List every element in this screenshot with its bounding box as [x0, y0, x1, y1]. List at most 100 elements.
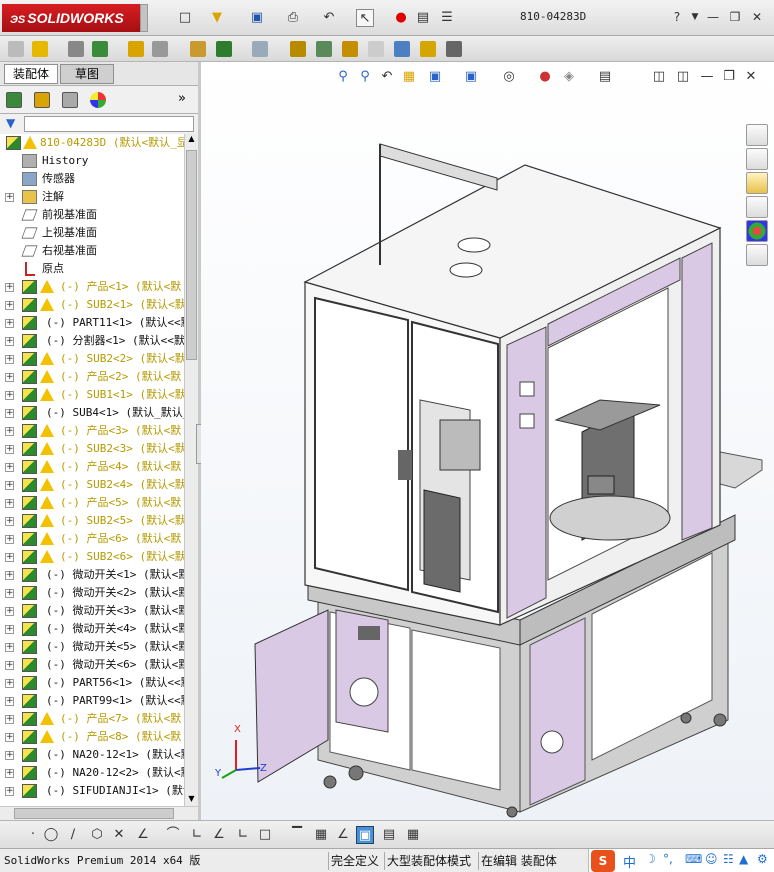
- tree-item[interactable]: 上视基准面: [0, 224, 184, 242]
- expand-toggle-icon[interactable]: +: [5, 607, 14, 616]
- tree-item[interactable]: + (-) 产品<6> (默认<默: [0, 530, 184, 548]
- arc-icon[interactable]: ⌒: [164, 826, 182, 844]
- feature-manager-icon[interactable]: [6, 92, 22, 108]
- previous-view-icon[interactable]: ↶: [378, 68, 396, 86]
- restore-document-icon[interactable]: ❐: [720, 68, 738, 86]
- zoom-to-area-icon[interactable]: ⚲: [356, 68, 374, 86]
- move-component-icon[interactable]: [152, 41, 168, 57]
- save-icon[interactable]: ▣: [248, 9, 266, 27]
- point-icon[interactable]: ·: [24, 826, 42, 844]
- tree-item[interactable]: + (-) PART11<1> (默认<<默: [0, 314, 184, 332]
- custom-properties-icon[interactable]: [746, 244, 768, 266]
- tree-item[interactable]: + (-) 微动开关<1> (默认<默: [0, 566, 184, 584]
- mate-icon[interactable]: [68, 41, 84, 57]
- extend-icon[interactable]: ∟: [188, 826, 206, 844]
- expand-toggle-icon[interactable]: +: [5, 535, 14, 544]
- expand-toggle-icon[interactable]: +: [5, 445, 14, 454]
- property-manager-icon[interactable]: [34, 92, 50, 108]
- tree-item[interactable]: + (-) 微动开关<6> (默认<默: [0, 656, 184, 674]
- offset-icon[interactable]: ∠: [210, 826, 228, 844]
- toolbox-icon[interactable]: ▲: [739, 852, 748, 866]
- angle-tool-icon[interactable]: ∠: [334, 826, 352, 844]
- new-motion-study-icon[interactable]: [290, 41, 306, 57]
- tree-item[interactable]: 右视基准面: [0, 242, 184, 260]
- close-document-icon[interactable]: ✕: [742, 68, 760, 86]
- tree-item[interactable]: + (-) PART99<1> (默认<<默: [0, 692, 184, 710]
- expand-toggle-icon[interactable]: +: [5, 553, 14, 562]
- expand-toggle-icon[interactable]: +: [5, 481, 14, 490]
- expand-toggle-icon[interactable]: +: [5, 391, 14, 400]
- shaded-box-icon[interactable]: ▣: [356, 826, 374, 844]
- construction-geometry-icon[interactable]: □: [256, 826, 274, 844]
- view-orientation-icon[interactable]: ▣: [426, 68, 444, 86]
- expand-toggle-icon[interactable]: +: [5, 517, 14, 526]
- smart-fasteners-icon[interactable]: [128, 41, 144, 57]
- tree-item[interactable]: + (-) 微动开关<4> (默认<默: [0, 620, 184, 638]
- expand-toggle-icon[interactable]: +: [5, 463, 14, 472]
- new-document-icon[interactable]: □: [176, 9, 194, 27]
- appearances-icon[interactable]: [746, 220, 768, 242]
- display-manager-icon[interactable]: [90, 92, 106, 108]
- tree-item[interactable]: + (-) 分割器<1> (默认<<默: [0, 332, 184, 350]
- expand-toggle-icon[interactable]: +: [5, 283, 14, 292]
- expand-toggle-icon[interactable]: +: [5, 751, 14, 760]
- show-hidden-icon[interactable]: [190, 41, 206, 57]
- table-icon[interactable]: ▦: [404, 826, 422, 844]
- tree-item[interactable]: + (-) PART56<1> (默认<<默: [0, 674, 184, 692]
- instant3d-icon[interactable]: [446, 41, 462, 57]
- tree-item[interactable]: + (-) 产品<1> (默认<默: [0, 278, 184, 296]
- tree-item[interactable]: + (-) 微动开关<5> (默认<默: [0, 638, 184, 656]
- tree-horizontal-scrollbar[interactable]: [0, 806, 198, 820]
- tree-item[interactable]: + (-) 产品<5> (默认<默: [0, 494, 184, 512]
- expand-toggle-icon[interactable]: +: [5, 679, 14, 688]
- expand-toggle-icon[interactable]: +: [5, 769, 14, 778]
- scroll-up-icon[interactable]: ▲: [186, 134, 197, 146]
- close-icon[interactable]: ✕: [748, 8, 766, 26]
- tree-root[interactable]: 810-04283D (默认<默认_显: [0, 134, 184, 152]
- tree-item[interactable]: 原点: [0, 260, 184, 278]
- expand-toggle-icon[interactable]: +: [5, 301, 14, 310]
- print-icon[interactable]: ⎙: [284, 9, 302, 27]
- solidworks-resources-icon[interactable]: [746, 124, 768, 146]
- insert-component-icon[interactable]: [32, 41, 48, 57]
- minimize-icon[interactable]: —: [704, 8, 722, 26]
- expand-toggle-icon[interactable]: +: [5, 715, 14, 724]
- expand-toggle-icon[interactable]: +: [5, 787, 14, 796]
- polygon-icon[interactable]: ⬡: [88, 826, 106, 844]
- tree-item[interactable]: 传感器: [0, 170, 184, 188]
- expand-toggle-icon[interactable]: +: [5, 427, 14, 436]
- expand-toggle-icon[interactable]: +: [5, 337, 14, 346]
- options-icon[interactable]: ☰: [438, 9, 456, 27]
- tree-item[interactable]: + (-) NA20-12<1> (默认<默: [0, 746, 184, 764]
- tree-item[interactable]: + (-) SUB2<6> (默认<默: [0, 548, 184, 566]
- bill-of-materials-icon[interactable]: [316, 41, 332, 57]
- expand-toggle-icon[interactable]: +: [5, 193, 14, 202]
- expand-toggle-icon[interactable]: +: [5, 589, 14, 598]
- grid-icon[interactable]: ▦: [312, 826, 330, 844]
- scroll-down-icon[interactable]: ▼: [186, 794, 197, 806]
- user-icon[interactable]: ☺: [705, 852, 718, 866]
- open-folder-icon[interactable]: ▼: [208, 9, 226, 27]
- design-library-icon[interactable]: [746, 148, 768, 170]
- expand-toggle-icon[interactable]: +: [5, 643, 14, 652]
- reference-geometry-icon[interactable]: [252, 41, 268, 57]
- view-settings-icon[interactable]: ▤: [596, 68, 614, 86]
- explode-line-sketch-icon[interactable]: [368, 41, 384, 57]
- expand-toggle-icon[interactable]: +: [5, 499, 14, 508]
- file-explorer-icon[interactable]: [746, 172, 768, 194]
- linear-pattern-icon[interactable]: [92, 41, 108, 57]
- expand-toggle-icon[interactable]: +: [5, 409, 14, 418]
- tree-item[interactable]: + 注解: [0, 188, 184, 206]
- tab-assembly[interactable]: 装配体: [4, 64, 58, 84]
- apply-scene-icon[interactable]: ◈: [560, 68, 578, 86]
- filter-icon[interactable]: ▼: [6, 116, 15, 130]
- tree-item[interactable]: + (-) 产品<4> (默认<默: [0, 458, 184, 476]
- trim-icon[interactable]: ✕: [110, 826, 128, 844]
- help-dropdown-icon[interactable]: ▼: [686, 8, 704, 26]
- line-icon[interactable]: ∕: [64, 826, 82, 844]
- expand-toggle-icon[interactable]: +: [5, 319, 14, 328]
- expand-toggle-icon[interactable]: +: [5, 625, 14, 634]
- tree-item[interactable]: + (-) 产品<2> (默认<默: [0, 368, 184, 386]
- tree-item[interactable]: + (-) SUB2<4> (默认<默: [0, 476, 184, 494]
- expand-toggle-icon[interactable]: +: [5, 661, 14, 670]
